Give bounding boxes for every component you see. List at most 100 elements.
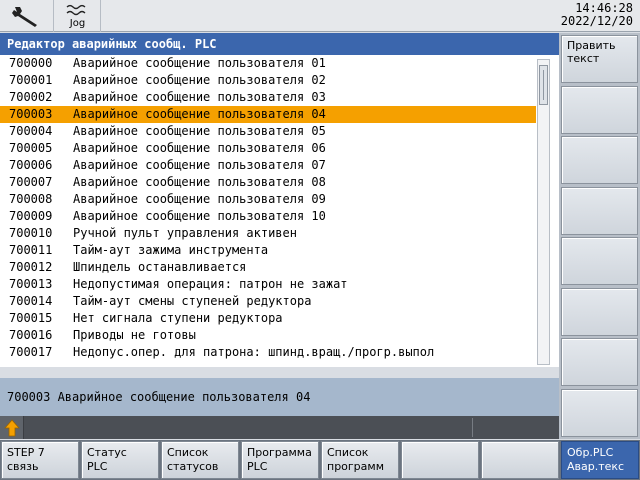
softkey-label-line1: Править (567, 39, 616, 52)
alarm-text: Нет сигнала ступени редуктора (73, 311, 283, 325)
softkey-label-line1: Программа (247, 446, 312, 459)
alarm-number: 700003 (9, 107, 53, 121)
status-divider (472, 418, 473, 437)
alarm-row[interactable]: 700002 Аварийное сообщение пользователя 0… (0, 89, 536, 106)
scroll-thumb[interactable] (539, 65, 548, 105)
alarm-text: Аварийное сообщение пользователя 02 (73, 73, 326, 87)
scrollbar[interactable] (537, 59, 550, 365)
alarm-number: 700011 (9, 243, 53, 257)
alarm-text: Недопустимая операция: патрон не зажат (73, 277, 348, 291)
jog-label: Jog (69, 18, 86, 29)
horizontal-softkey-3[interactable]: Список статусов (161, 441, 239, 479)
jog-button[interactable]: Jog (55, 0, 101, 32)
vertical-softkey-8[interactable] (561, 388, 638, 437)
clock-date: 2022/12/20 (560, 14, 633, 28)
alarm-number: 700008 (9, 192, 53, 206)
softkey-label: Список статусов (167, 446, 218, 474)
alarm-number: 700010 (9, 226, 53, 240)
clock: 14:46:28 2022/12/20 (561, 2, 633, 28)
vertical-softkey-bar: Править текст (559, 33, 640, 439)
alarm-row[interactable]: 700013 Недопустимая операция: патрон не з… (0, 276, 536, 293)
alarm-row[interactable]: 700005 Аварийное сообщение пользователя 0… (0, 140, 536, 157)
alarm-number: 700002 (9, 90, 53, 104)
alarm-number: 700012 (9, 260, 53, 274)
alarm-row[interactable]: 700003 Аварийное сообщение пользователя 0… (0, 106, 536, 123)
vertical-softkey-5[interactable] (561, 237, 638, 285)
softkey-label: Править текст (567, 39, 616, 65)
alarm-text: Аварийное сообщение пользователя 05 (73, 124, 326, 138)
alarm-number: 700017 (9, 345, 53, 359)
vertical-softkey-1[interactable]: Править текст (561, 35, 638, 83)
alarm-text: Тайм-аут смены ступеней редуктора (73, 294, 312, 308)
horizontal-softkey-4[interactable]: Программа PLC (241, 441, 319, 479)
alarm-text: Тайм-аут зажима инструмента (73, 243, 269, 257)
alarm-text: Аварийное сообщение пользователя 08 (73, 175, 326, 189)
alarm-list[interactable]: 700000 Аварийное сообщение пользователя 0… (0, 55, 559, 367)
alarm-number: 700014 (9, 294, 53, 308)
softkey-label-line1: Статус (87, 446, 127, 459)
alarm-row[interactable]: 700014 Тайм-аут смены ступеней редуктора (0, 293, 536, 310)
softkey-label-line2: связь (7, 460, 39, 473)
window-title: Редактор аварийных сообщ. PLC (0, 33, 559, 55)
alarm-number: 700015 (9, 311, 53, 325)
alarm-row[interactable]: 700016 Приводы не готовы (0, 327, 536, 344)
softkey-label-line1: STEP 7 (7, 446, 45, 459)
horizontal-softkey-1[interactable]: STEP 7 связь (1, 441, 79, 479)
alarm-row[interactable]: 700000 Аварийное сообщение пользователя 0… (0, 55, 536, 72)
alarm-row[interactable]: 700001 Аварийное сообщение пользователя 0… (0, 72, 536, 89)
alarm-number: 700006 (9, 158, 53, 172)
alarm-number: 700007 (9, 175, 53, 189)
alarm-row[interactable]: 700010 Ручной пульт управления активен (0, 225, 536, 242)
softkey-label-line2: Авар.текс (567, 460, 625, 473)
up-arrow-recall-icon[interactable] (0, 416, 24, 439)
alarm-row[interactable]: 700009 Аварийное сообщение пользователя 1… (0, 208, 536, 225)
horizontal-softkey-7[interactable] (481, 441, 559, 479)
softkey-label-line2: статусов (167, 460, 219, 473)
softkey-label: STEP 7 связь (7, 446, 45, 474)
horizontal-softkey-2[interactable]: Статус PLC (81, 441, 159, 479)
horizontal-softkey-6[interactable] (401, 441, 479, 479)
softkey-label-line2: программ (327, 460, 385, 473)
softkey-label-line2: текст (567, 52, 600, 65)
alarm-number: 700005 (9, 141, 53, 155)
alarm-row[interactable]: 700017 Недопус.опер. для патрона: шпинд.в… (0, 344, 536, 361)
softkey-label: Обр.PLC Авар.текс (567, 446, 624, 474)
jog-wave-icon (66, 4, 85, 16)
vertical-softkey-2[interactable] (561, 85, 638, 134)
softkey-label-line2: PLC (247, 460, 268, 473)
alarm-number: 700016 (9, 328, 53, 342)
alarm-text: Аварийное сообщение пользователя 04 (73, 107, 326, 121)
alarm-text: Шпиндель останавливается (73, 260, 247, 274)
alarm-row[interactable]: 700012 Шпиндель останавливается (0, 259, 536, 276)
alarm-row[interactable]: 700008 Аварийное сообщение пользователя 0… (0, 191, 536, 208)
alarm-number: 700001 (9, 73, 53, 87)
alarm-text: Ручной пульт управления активен (73, 226, 297, 240)
wrench-icon[interactable] (0, 0, 54, 32)
top-bar: Jog 14:46:28 2022/12/20 (0, 0, 640, 32)
alarm-number: 700009 (9, 209, 53, 223)
alarm-text: Аварийное сообщение пользователя 09 (73, 192, 326, 206)
status-bar (0, 416, 559, 439)
softkey-label-line1: Список (167, 446, 209, 459)
selected-alarm-info: 700003 Аварийное сообщение пользователя … (0, 378, 559, 416)
alarm-row[interactable]: 700015 Нет сигнала ступени редуктора (0, 310, 536, 327)
softkey-label: Список программ (327, 446, 384, 474)
vertical-softkey-7[interactable] (561, 338, 638, 386)
alarm-text: Аварийное сообщение пользователя 03 (73, 90, 326, 104)
alarm-text: Недопус.опер. для патрона: шпинд.вращ./п… (73, 345, 435, 359)
horizontal-softkey-8[interactable]: Обр.PLC Авар.текс (561, 441, 639, 479)
softkey-label: Статус PLC (87, 446, 127, 474)
alarm-text: Аварийное сообщение пользователя 10 (73, 209, 326, 223)
horizontal-softkey-5[interactable]: Список программ (321, 441, 399, 479)
alarm-row[interactable]: 700006 Аварийное сообщение пользователя 0… (0, 157, 536, 174)
alarm-text: Аварийное сообщение пользователя 06 (73, 141, 326, 155)
vertical-softkey-4[interactable] (561, 186, 638, 235)
softkey-label: Программа PLC (247, 446, 312, 474)
alarm-row[interactable]: 700011 Тайм-аут зажима инструмента (0, 242, 536, 259)
softkey-label-line1: Обр.PLC (567, 446, 614, 459)
vertical-softkey-6[interactable] (561, 287, 638, 336)
alarm-number: 700004 (9, 124, 53, 138)
vertical-softkey-3[interactable] (561, 136, 638, 184)
alarm-row[interactable]: 700004 Аварийное сообщение пользователя 0… (0, 123, 536, 140)
alarm-row[interactable]: 700007 Аварийное сообщение пользователя 0… (0, 174, 536, 191)
